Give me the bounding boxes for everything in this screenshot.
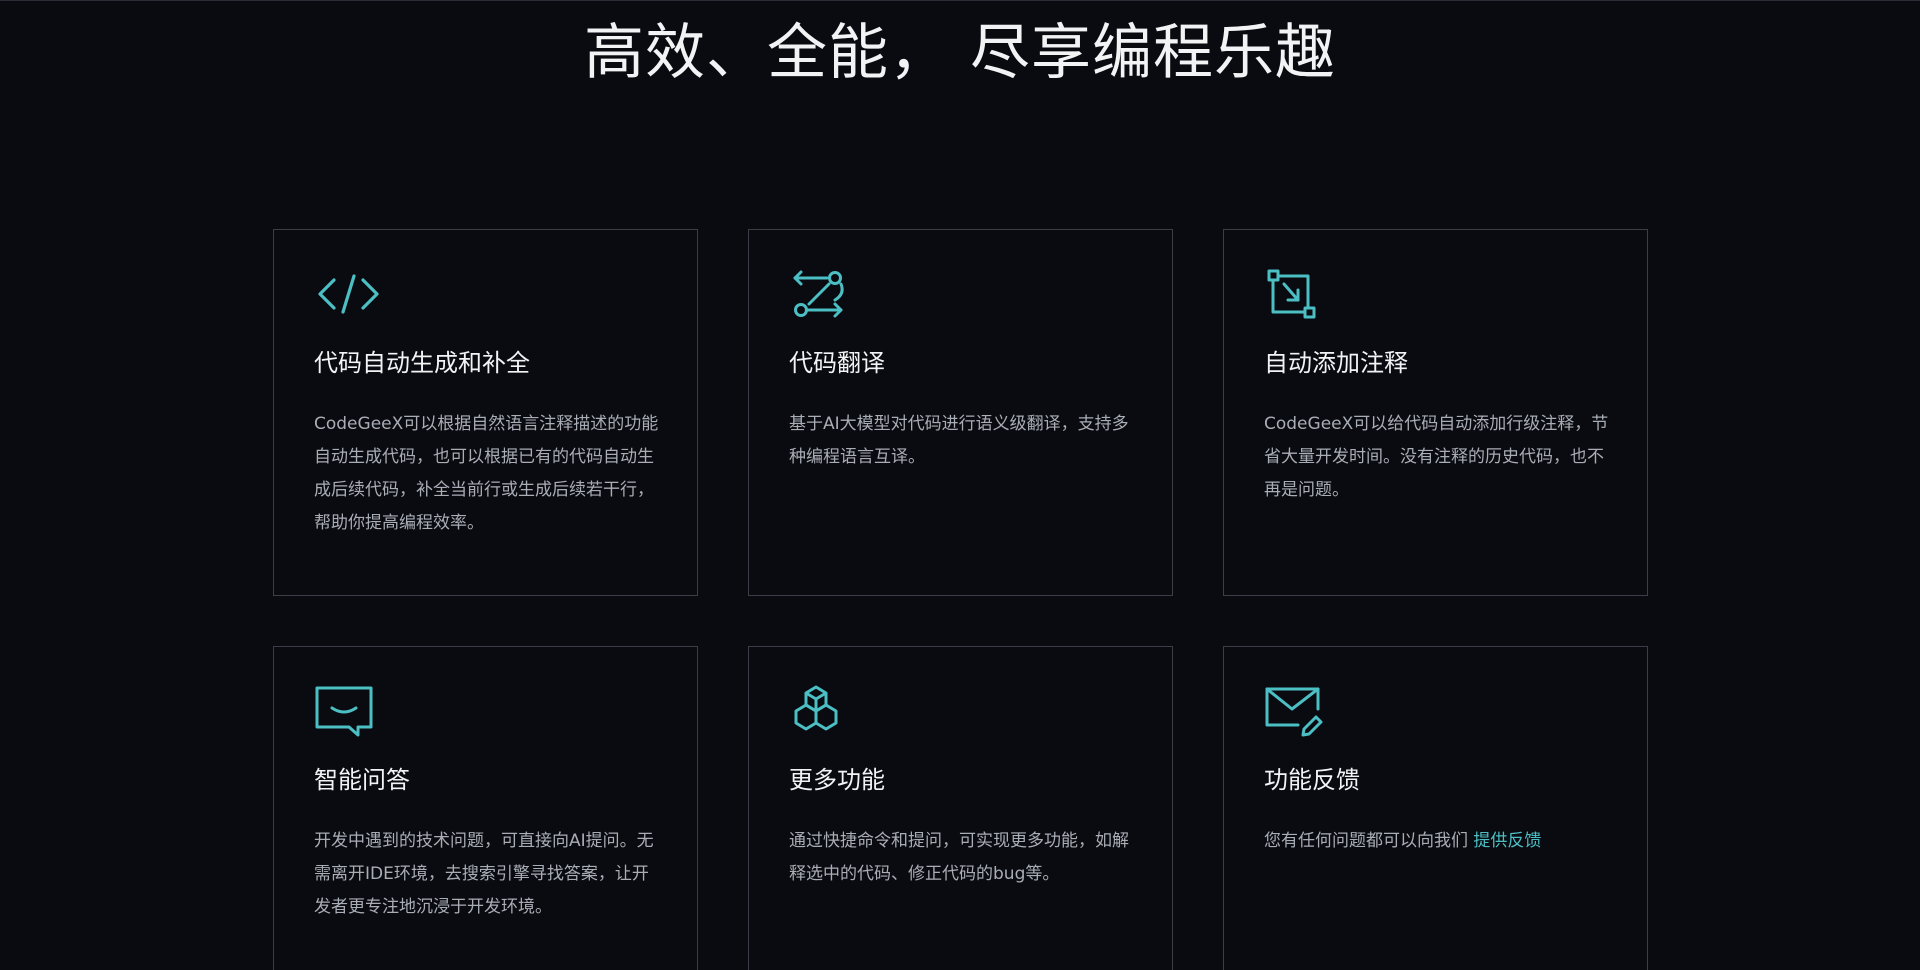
feature-card-qa: 智能问答 开发中遇到的技术问题，可直接向AI提问。无需离开IDE环境，去搜索引擎… xyxy=(273,646,698,970)
feature-grid: 代码自动生成和补全 CodeGeeX可以根据自然语言注释描述的功能自动生成代码，… xyxy=(273,229,1648,970)
translate-icon xyxy=(789,268,857,320)
feedback-text: 您有任何问题都可以向我们 xyxy=(1264,831,1474,851)
feature-title: 功能反馈 xyxy=(1264,766,1360,794)
feature-card-more: 更多功能 通过快捷命令和提问，可实现更多功能，如解释选中的代码、修正代码的bug… xyxy=(748,646,1173,970)
feature-description: CodeGeeX可以根据自然语言注释描述的功能自动生成代码，也可以根据已有的代码… xyxy=(314,414,659,533)
feature-title: 更多功能 xyxy=(789,766,885,794)
feature-title: 代码自动生成和补全 xyxy=(314,349,530,377)
feature-title: 自动添加注释 xyxy=(1264,349,1408,377)
feature-card-code-completion: 代码自动生成和补全 CodeGeeX可以根据自然语言注释描述的功能自动生成代码，… xyxy=(273,229,698,596)
code-icon xyxy=(314,268,382,320)
comment-icon xyxy=(1264,268,1332,320)
features-section: 高效、全能， 尽享编程乐趣 代码自动生成和补全 CodeGeeX可以根据自然语言… xyxy=(0,0,1920,970)
feature-title: 代码翻译 xyxy=(789,349,885,377)
feature-description: 基于AI大模型对代码进行语义级翻译，支持多种编程语言互译。 xyxy=(789,414,1129,467)
section-headline: 高效、全能， 尽享编程乐趣 xyxy=(583,18,1337,88)
feature-card-code-translation: 代码翻译 基于AI大模型对代码进行语义级翻译，支持多种编程语言互译。 xyxy=(748,229,1173,596)
feature-description: 您有任何问题都可以向我们 提供反馈 xyxy=(1264,825,1609,858)
feature-title: 智能问答 xyxy=(314,766,410,794)
chat-icon xyxy=(314,685,382,737)
feature-card-feedback: 功能反馈 您有任何问题都可以向我们 提供反馈 xyxy=(1223,646,1648,970)
feedback-link[interactable]: 提供反馈 xyxy=(1473,831,1541,851)
feature-description: CodeGeeX可以给代码自动添加行级注释，节省大量开发时间。没有注释的历史代码… xyxy=(1264,414,1609,500)
feature-card-auto-comment: 自动添加注释 CodeGeeX可以给代码自动添加行级注释，节省大量开发时间。没有… xyxy=(1223,229,1648,596)
feature-description: 开发中遇到的技术问题，可直接向AI提问。无需离开IDE环境，去搜索引擎寻找答案，… xyxy=(314,831,654,917)
cubes-icon xyxy=(789,685,857,737)
mail-edit-icon xyxy=(1264,685,1332,737)
feature-description: 通过快捷命令和提问，可实现更多功能，如解释选中的代码、修正代码的bug等。 xyxy=(789,831,1129,884)
